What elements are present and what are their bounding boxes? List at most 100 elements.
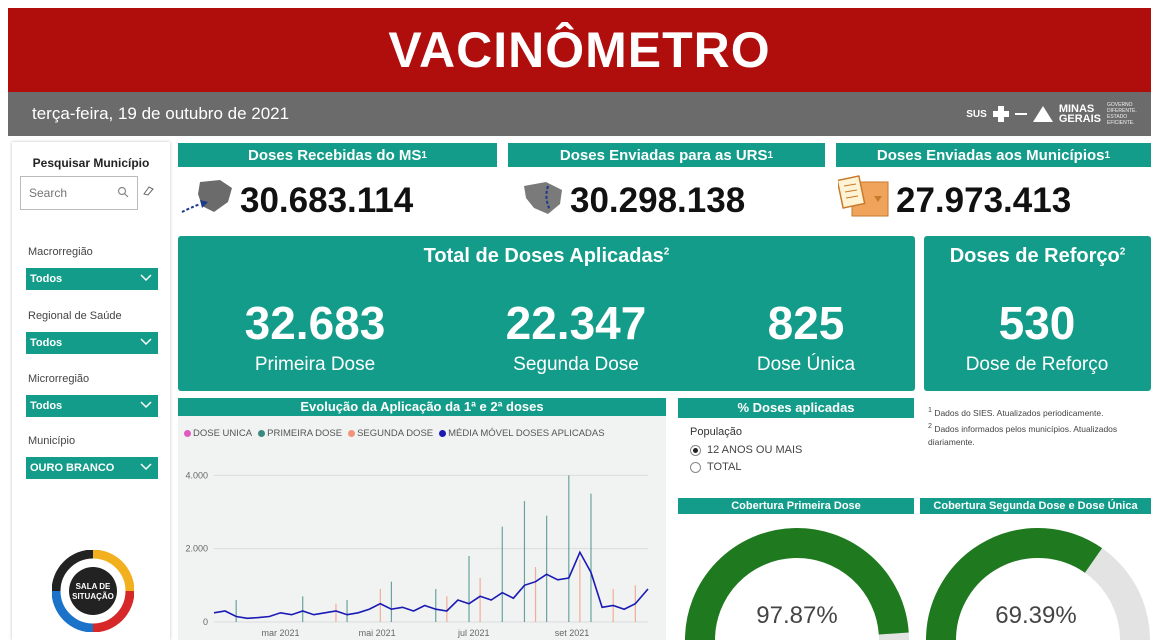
- bar-mark: [390, 581, 393, 622]
- population-option-12-plus[interactable]: 12 ANOS OU MAIS: [690, 444, 802, 456]
- legend-dot-icon: [184, 430, 191, 437]
- sus-logo-text: SUS: [966, 108, 987, 120]
- sala-de-situacao-logo: SALA DE SITUAÇÃO: [52, 550, 134, 632]
- x-tick-label: mar 2021: [262, 628, 300, 638]
- report-date: terça-feira, 19 de outubro de 2021: [32, 104, 290, 123]
- bar-mark: [523, 501, 526, 622]
- y-tick-label: 2.000: [185, 544, 208, 554]
- minas-gerais-logo-icon: [1032, 106, 1053, 122]
- chevron-down-icon: [140, 401, 152, 409]
- bar-mark: [534, 567, 537, 622]
- search-icon[interactable]: [117, 186, 129, 198]
- bar-mark: [579, 559, 581, 622]
- bar-mark: [446, 596, 448, 622]
- microregion-label: Microrregião: [28, 373, 90, 385]
- doses-sent-urs-value: 30.298.138: [570, 181, 746, 220]
- legend-dot-icon: [439, 430, 447, 437]
- bar-mark: [468, 556, 470, 622]
- legend-item: SEGUNDA DOSE: [348, 428, 433, 439]
- footnote-1: 1 Dados do SIES. Atualizados periodicame…: [928, 406, 1104, 418]
- box-clipboard-icon: [838, 175, 889, 217]
- bar-mark: [590, 493, 592, 622]
- bar-mark: [501, 526, 503, 622]
- logo-text-line-2: SITUAÇÃO: [72, 592, 114, 601]
- single-dose-label: Dose Única: [756, 354, 856, 375]
- second-dose-value: 22.347: [505, 297, 647, 349]
- first-dose-label: Primeira Dose: [254, 354, 376, 375]
- booster-dose-label: Dose de Reforço: [965, 354, 1109, 375]
- filter-sidebar: Pesquisar Município Macrorregião Todos R…: [12, 142, 170, 640]
- radio-unselected-icon[interactable]: [690, 461, 701, 473]
- chevron-down-icon: [140, 463, 152, 471]
- macroregion-select[interactable]: Todos: [26, 268, 158, 290]
- radio-selected-icon[interactable]: [690, 444, 701, 456]
- doses-received-value: 30.683.114: [240, 181, 414, 220]
- single-dose-value: 825: [767, 297, 845, 349]
- evolution-chart-title: Evolução da Aplicação da 1ª e 2ª doses: [178, 398, 666, 416]
- date-bar: terça-feira, 19 de outubro de 2021 SUS M…: [8, 92, 1151, 136]
- search-title: Pesquisar Município: [32, 156, 150, 170]
- bar-mark: [479, 578, 481, 622]
- legend-dot-icon: [258, 430, 266, 437]
- municipality-label: Município: [28, 435, 76, 447]
- first-dose-coverage-value: 97.87%: [756, 602, 838, 629]
- map-route-icon: [524, 182, 562, 214]
- chart-legend: DOSE UNICA PRIMEIRA DOSE SEGUNDA DOSE MÉDIA…: [184, 428, 605, 439]
- sus-cross-icon: [992, 106, 1009, 122]
- municipality-search-box[interactable]: [20, 176, 138, 210]
- health-regional-select[interactable]: Todos: [26, 332, 158, 354]
- bar-mark: [302, 596, 304, 622]
- logo-divider: [1014, 113, 1027, 115]
- x-tick-label: mai 2021: [359, 628, 396, 638]
- second-dose-coverage-title: Cobertura Segunda Dose e Dose Única: [920, 498, 1151, 514]
- second-dose-label: Segunda Dose: [513, 354, 639, 375]
- booster-dose-value: 530: [998, 297, 1076, 349]
- eraser-icon[interactable]: [142, 186, 154, 196]
- chevron-down-icon: [140, 274, 152, 282]
- card-doses-sent-municipalities-header: Doses Enviadas aos Municípios 1: [836, 143, 1151, 167]
- total-doses-title: Total de Doses Aplicadas2: [423, 245, 670, 267]
- bar-mark: [435, 589, 437, 622]
- footnotes: 1 Dados do SIES. Atualizados periodicame…: [928, 404, 1143, 449]
- logo-text-line-1: SALA DE: [76, 582, 111, 591]
- title-bar: VACINÔMETRO: [8, 8, 1151, 92]
- x-tick-label: jul 2021: [457, 628, 490, 638]
- moving-average-line: [213, 550, 649, 620]
- page-title: VACINÔMETRO: [388, 22, 771, 78]
- card-doses-sent-urs-header: Doses Enviadas para as URS 1: [508, 143, 825, 167]
- pct-doses-title: % Doses aplicadas: [678, 398, 914, 418]
- map-arrow-icon: [181, 180, 232, 213]
- bar-mark: [235, 600, 237, 622]
- legend-item: PRIMEIRA DOSE: [258, 428, 342, 439]
- first-dose-value: 32.683: [244, 297, 386, 349]
- card-doses-received-header: Doses Recebidas do MS 1: [178, 143, 497, 167]
- second-dose-coverage-value: 69.39%: [995, 602, 1077, 629]
- government-slogan: GOVERNO DIFERENTE. ESTADO EFICIENTE.: [1107, 102, 1137, 126]
- municipality-search-input[interactable]: [29, 186, 105, 200]
- chevron-down-icon: [140, 338, 152, 346]
- bar-mark: [379, 589, 381, 622]
- minas-gerais-logo-text: MINAS GERAIS: [1058, 103, 1101, 125]
- bar-mark: [568, 475, 570, 622]
- municipality-select[interactable]: OURO BRANCO: [26, 457, 158, 479]
- footnote-2: 2 Dados informados pelos municípios. Atu…: [928, 421, 1118, 447]
- bar-mark: [546, 515, 548, 622]
- legend-item: DOSE UNICA: [184, 428, 252, 439]
- booster-doses-panel: Doses de Reforço2 530 Dose de Reforço: [924, 236, 1151, 391]
- doses-sent-municipalities-value: 27.973.413: [896, 181, 1072, 220]
- total-doses-panel: Total de Doses Aplicadas2 32.683 Primeir…: [178, 236, 915, 391]
- health-regional-label: Regional de Saúde: [28, 310, 122, 322]
- population-option-total[interactable]: TOTAL: [690, 461, 741, 473]
- government-logos: SUS MINAS GERAIS GOVERNO DIFERENTE. ESTA…: [966, 102, 1137, 126]
- bar-mark: [335, 603, 337, 622]
- evolution-chart: 0 2.000 4.000 mar 2021 mai 2021 jul 2021 set 2…: [178, 398, 666, 640]
- bar-mark: [346, 600, 348, 622]
- legend-item: MÉDIA MÓVEL DOSES APLICADAS: [439, 428, 605, 439]
- microregion-select[interactable]: Todos: [26, 395, 158, 417]
- macroregion-label: Macrorregião: [28, 246, 93, 258]
- y-tick-label: 4.000: [185, 470, 208, 480]
- y-tick-label: 0: [203, 617, 208, 627]
- booster-doses-title: Doses de Reforço2: [949, 245, 1126, 267]
- legend-dot-icon: [348, 430, 356, 437]
- population-label: População: [690, 426, 742, 438]
